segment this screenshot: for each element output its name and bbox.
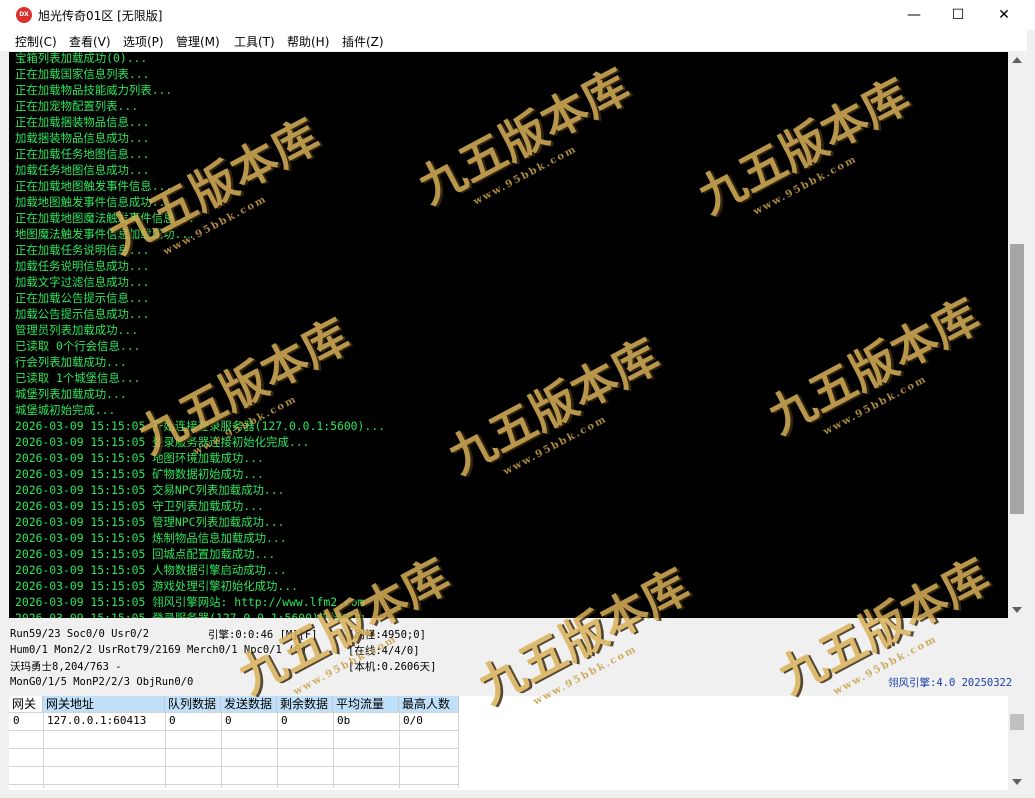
log-line: 正在加载任务说明信息...	[15, 243, 150, 257]
scroll-up-icon[interactable]	[1012, 57, 1022, 63]
gateway-table[interactable]: 网关 网关地址 队列数据 发送数据 剩余数据 平均流量 最高人数 0 127.0…	[9, 696, 459, 788]
scroll-thumb[interactable]	[1010, 244, 1024, 514]
title-bar: DX 旭光传奇01区 [无限版] — ☐ ✕	[0, 0, 1035, 30]
scroll-down-icon[interactable]	[1012, 779, 1022, 785]
log-line: 2026-03-09 15:15:05 守卫列表加载成功...	[15, 499, 264, 513]
window-border	[0, 790, 1035, 798]
engine-version: 翎风引擎:4.0 20250322	[888, 677, 1013, 689]
table-cell: 0b	[337, 714, 351, 727]
grid-line	[43, 712, 44, 788]
log-line: 2026-03-09 15:15:05 人物数据引擎启动成功...	[15, 563, 287, 577]
log-line: 加载文字过滤信息成功...	[15, 275, 150, 289]
scroll-down-icon[interactable]	[1012, 607, 1022, 613]
grid-line	[9, 766, 459, 767]
grid-line	[458, 712, 459, 788]
app-icon[interactable]: DX	[16, 7, 32, 23]
table-cell: 0	[169, 714, 176, 727]
grid-line	[9, 712, 459, 713]
log-line: 宝箱列表加载成功(0)...	[15, 52, 148, 65]
table-scrollbar[interactable]	[1008, 696, 1026, 790]
grid-line	[165, 712, 166, 788]
menu-tools[interactable]: 工具(T)	[234, 33, 275, 50]
close-button[interactable]: ✕	[981, 0, 1027, 30]
menu-view[interactable]: 查看(V)	[69, 33, 111, 50]
log-line: 2026-03-09 15:15:05 炼制物品信息加载成功...	[15, 531, 287, 545]
scroll-thumb[interactable]	[1010, 714, 1024, 730]
col-header-max-users[interactable]: 最高人数	[399, 696, 459, 712]
menu-options[interactable]: 选项(P)	[123, 33, 164, 50]
log-line: 2026-03-09 15:15:05 矿物数据初始成功...	[15, 467, 264, 481]
status-player: 沃玛勇士8,204/763 -	[10, 661, 122, 673]
status-mon: MonG0/1/5 MonP2/2/3 ObjRun0/0	[10, 676, 194, 688]
table-cell: 0/0	[403, 714, 423, 727]
log-line: 正在加载国家信息列表...	[15, 67, 150, 81]
col-header-queue[interactable]: 队列数据	[165, 696, 221, 712]
log-line: 2026-03-09 15:15:05 回城点配置加载成功...	[15, 547, 276, 561]
table-cell: 0	[13, 714, 20, 727]
menu-bar: 控制(C) 查看(V) 选项(P) 管理(M) 工具(T) 帮助(H) 插件(Z…	[0, 30, 1035, 51]
table-cell: 0	[281, 714, 288, 727]
log-line: 正在加宠物配置列表...	[15, 99, 139, 113]
menu-manage[interactable]: 管理(M)	[176, 33, 220, 50]
grid-line	[9, 784, 459, 785]
minimize-button[interactable]: —	[891, 0, 937, 30]
grid-line	[277, 712, 278, 788]
col-header-gateway[interactable]: 网关	[9, 696, 43, 712]
table-cell: 127.0.0.1:60413	[47, 714, 147, 727]
log-line: 2026-03-09 15:15:05 交易NPC列表加载成功...	[15, 483, 285, 497]
log-line: 正在加载捆装物品信息...	[15, 115, 150, 129]
window-title: 旭光传奇01区 [无限版]	[38, 9, 163, 23]
log-line: 加载捆装物品信息成功...	[15, 131, 150, 145]
grid-line	[9, 748, 459, 749]
table-cell: 0	[225, 714, 232, 727]
window-border	[1027, 30, 1035, 798]
menu-help[interactable]: 帮助(H)	[287, 33, 329, 50]
grid-line	[9, 730, 459, 731]
grid-line	[221, 712, 222, 788]
col-header-address[interactable]: 网关地址	[43, 696, 165, 712]
log-line: 2026-03-09 15:15:05 游戏处理引擎初始化成功...	[15, 579, 299, 593]
log-scrollbar[interactable]	[1008, 52, 1026, 618]
log-line: 加载任务说明信息成功...	[15, 259, 150, 273]
log-line: 2026-03-09 15:15:05 管理NPC列表加载成功...	[15, 515, 285, 529]
menu-plugins[interactable]: 插件(Z)	[342, 33, 384, 50]
grid-line	[399, 712, 400, 788]
menu-control[interactable]: 控制(C)	[15, 33, 57, 50]
log-line: 正在加载物品技能威力列表...	[15, 83, 173, 97]
col-header-avg-flow[interactable]: 平均流量	[333, 696, 399, 712]
status-run: Run59/23 Soc0/0 Usr0/2	[10, 628, 150, 640]
grid-line	[333, 712, 334, 788]
maximize-button[interactable]: ☐	[935, 0, 981, 30]
